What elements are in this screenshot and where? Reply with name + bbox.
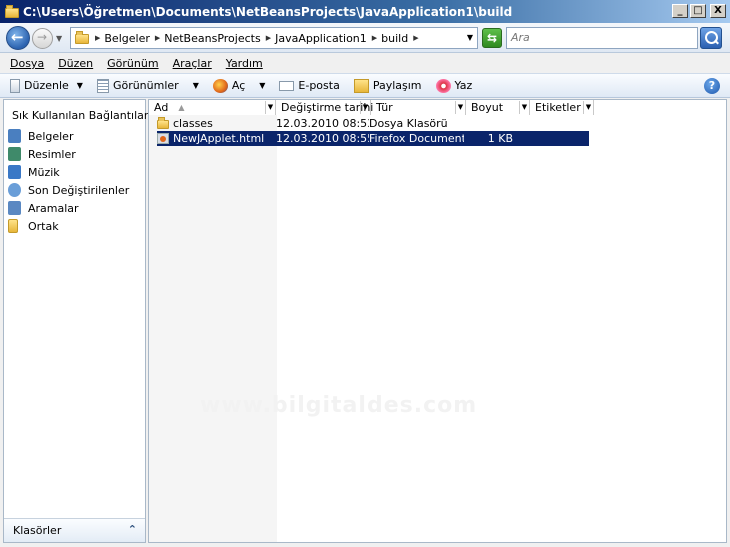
column-dropdown-icon[interactable]: ▼ [360, 101, 370, 114]
email-icon [279, 80, 295, 91]
folder-icon [157, 117, 169, 129]
column-header-tags[interactable]: Etiketler ▼ [530, 100, 594, 115]
file-list-pane: Ad ▲ ▼ Değiştirme tarihi ▼ Tür ▼ Boyut ▼ … [148, 99, 727, 543]
open-button[interactable]: Aç ▼ [212, 78, 265, 93]
firefox-document-icon [157, 133, 169, 144]
address-row: ▼ ▶Belgeler ▶NetBeansProjects ▶JavaAppli… [0, 23, 730, 53]
public-folder-icon [8, 219, 18, 233]
organize-icon [10, 78, 20, 93]
column-header-date[interactable]: Değiştirme tarihi ▼ [276, 100, 373, 115]
back-button[interactable] [6, 26, 30, 50]
burn-disc-icon [435, 78, 451, 93]
nav-item-pictures[interactable]: Resimler [8, 145, 129, 163]
folders-toggle[interactable]: Klasörler ⌃ [4, 518, 145, 542]
sorted-column-highlight [149, 100, 277, 542]
file-row[interactable]: classes 12.03.2010 08:53 Dosya Klasörü [157, 116, 589, 131]
toolbar: Düzenle ▼ Görünümler ▼ Aç ▼ E-posta Paylaşı… [0, 73, 730, 98]
maximize-button[interactable]: □ [690, 4, 706, 18]
email-button[interactable]: E-posta [279, 79, 340, 92]
minimize-button[interactable]: _ [672, 4, 688, 18]
file-name: classes [173, 117, 213, 130]
menu-edit[interactable]: Düzen [58, 57, 93, 70]
menu-tools[interactable]: Araçlar [173, 57, 212, 70]
title-bar[interactable]: C:\Users\Öğretmen\Documents\NetBeansProj… [0, 0, 730, 23]
searches-icon [8, 201, 21, 215]
file-date: 12.03.2010 08:53 [276, 117, 369, 130]
column-dropdown-icon[interactable]: ▼ [265, 101, 275, 114]
search-icon[interactable] [700, 27, 722, 49]
favorite-links-header: Sık Kullanılan Bağlantılar [12, 109, 149, 122]
breadcrumb-item[interactable]: ▶ JavaApplication1 [266, 32, 367, 45]
file-list: classes 12.03.2010 08:53 Dosya Klasörü N… [157, 116, 589, 146]
nav-item-music[interactable]: Müzik [8, 163, 129, 181]
file-type: Dosya Klasörü [369, 117, 448, 130]
menu-file[interactable]: Dosya [10, 57, 44, 70]
column-dropdown-icon[interactable]: ▼ [519, 101, 529, 114]
nav-item-recent[interactable]: Son Değiştirilenler [8, 181, 129, 199]
sort-ascending-icon: ▲ [178, 103, 185, 112]
recent-icon [8, 183, 21, 197]
menu-view[interactable]: Görünüm [107, 57, 158, 70]
file-size: 1 KB [487, 132, 513, 145]
nav-item-documents[interactable]: Belgeler [8, 127, 129, 145]
column-dropdown-icon[interactable]: ▼ [583, 101, 593, 114]
menu-bar: Dosya Düzen Görünüm Araçlar Yardım [0, 54, 730, 73]
file-type: Firefox Document [369, 132, 464, 145]
help-icon[interactable]: ? [704, 78, 720, 94]
share-button[interactable]: Paylaşım [353, 78, 422, 93]
nav-item-public[interactable]: Ortak [8, 217, 129, 235]
file-row-selected[interactable]: NewJApplet.html 12.03.2010 08:55 Firefox… [157, 131, 589, 146]
folder-icon [75, 31, 89, 44]
file-date: 12.03.2010 08:55 [276, 132, 369, 145]
breadcrumb-item[interactable]: ▶ Belgeler [95, 32, 150, 45]
documents-icon [8, 129, 21, 143]
favorite-links-list: Belgeler Resimler Müzik Son Değiştirilen… [8, 127, 129, 235]
file-name: NewJApplet.html [173, 132, 265, 145]
column-headers: Ad ▲ ▼ Değiştirme tarihi ▼ Tür ▼ Boyut ▼ … [149, 100, 594, 115]
firefox-icon [212, 78, 228, 93]
nav-item-searches[interactable]: Aramalar [8, 199, 129, 217]
breadcrumb-item[interactable]: ▶ NetBeansProjects [155, 32, 261, 45]
column-header-name[interactable]: Ad ▲ ▼ [149, 100, 276, 115]
address-dropdown-icon[interactable]: ▼ [467, 33, 473, 42]
pictures-icon [8, 147, 21, 161]
address-bar[interactable]: ▶ Belgeler ▶ NetBeansProjects ▶ JavaApplica… [70, 27, 478, 49]
close-button[interactable]: X [710, 4, 726, 18]
column-header-type[interactable]: Tür ▼ [371, 100, 466, 115]
refresh-button[interactable]: ⇆ [482, 28, 502, 48]
music-icon [8, 165, 21, 179]
chevron-up-icon: ⌃ [127, 523, 137, 536]
views-icon [96, 78, 109, 93]
share-icon [353, 78, 369, 93]
burn-button[interactable]: Yaz [435, 78, 472, 93]
window-title: C:\Users\Öğretmen\Documents\NetBeansProj… [23, 4, 513, 19]
navigation-pane: Sık Kullanılan Bağlantılar Belgeler Resi… [3, 99, 149, 543]
views-button[interactable]: Görünümler ▼ [96, 78, 199, 93]
breadcrumb-item[interactable]: ▶ build ▶ [372, 32, 423, 45]
watermark-text: www.bilgitaldes.com [200, 393, 478, 418]
menu-help[interactable]: Yardım [226, 57, 263, 70]
history-dropdown-icon[interactable]: ▼ [56, 34, 62, 43]
organize-button[interactable]: Düzenle ▼ [10, 78, 83, 93]
column-dropdown-icon[interactable]: ▼ [455, 101, 465, 114]
forward-button[interactable] [32, 28, 53, 49]
search-input[interactable]: Ara [506, 27, 698, 49]
column-header-size[interactable]: Boyut ▼ [466, 100, 530, 115]
folder-icon [5, 4, 19, 18]
